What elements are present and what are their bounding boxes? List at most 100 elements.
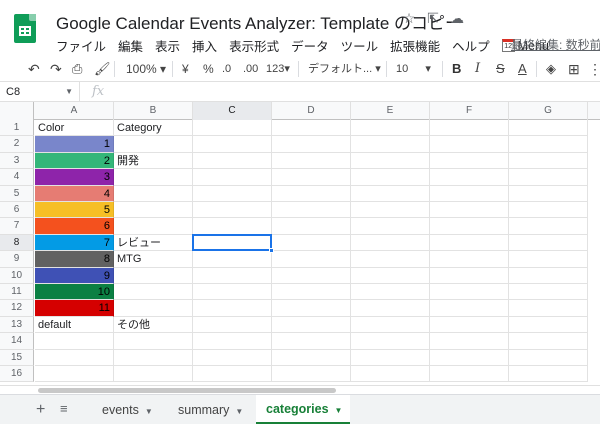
cell-f2[interactable] xyxy=(430,136,509,153)
cell-g13[interactable] xyxy=(509,316,588,334)
italic-button[interactable]: I xyxy=(475,60,480,78)
cell-d2[interactable] xyxy=(272,136,351,153)
cell-b14[interactable] xyxy=(114,333,193,350)
cell-d4[interactable] xyxy=(272,169,351,186)
cell-g3[interactable] xyxy=(509,152,588,170)
row-header-5[interactable]: 5 xyxy=(0,185,34,202)
cell-f5[interactable] xyxy=(430,185,509,202)
menu-data[interactable]: データ xyxy=(291,36,329,55)
cell-g4[interactable] xyxy=(509,169,588,186)
column-header-f[interactable]: F xyxy=(430,102,509,120)
cell-e4[interactable] xyxy=(351,169,430,186)
fill-color-icon[interactable]: ◈ xyxy=(546,60,556,78)
cell-a12[interactable]: 11 xyxy=(35,300,114,317)
cell-c15[interactable] xyxy=(193,349,272,366)
row-header-8[interactable]: 8 xyxy=(0,234,34,252)
sheet-tab-categories[interactable]: categories ▼ xyxy=(256,395,350,424)
row-header-7[interactable]: 7 xyxy=(0,218,34,235)
cell-b5[interactable] xyxy=(114,185,193,202)
cell-e6[interactable] xyxy=(351,202,430,219)
formula-input[interactable] xyxy=(112,82,600,102)
row-header-16[interactable]: 16 xyxy=(0,366,34,383)
cell-c13[interactable] xyxy=(193,316,272,334)
currency-button[interactable]: ¥ xyxy=(182,60,189,78)
row-header-9[interactable]: 9 xyxy=(0,251,34,268)
cell-f9[interactable] xyxy=(430,251,509,268)
cell-f1[interactable] xyxy=(430,120,509,137)
cell-e1[interactable] xyxy=(351,120,430,137)
cell-f6[interactable] xyxy=(430,202,509,219)
sheet-tab-events[interactable]: events ▼ xyxy=(92,395,166,424)
cell-a14[interactable] xyxy=(35,333,114,350)
cell-b10[interactable] xyxy=(114,267,193,284)
cell-g2[interactable] xyxy=(509,136,588,153)
cell-e11[interactable] xyxy=(351,284,430,301)
cell-f13[interactable] xyxy=(430,316,509,334)
row-header-13[interactable]: 13 xyxy=(0,316,34,334)
borders-icon[interactable]: ⊞ xyxy=(568,60,580,78)
cell-d1[interactable] xyxy=(272,120,351,137)
cell-c6[interactable] xyxy=(193,202,272,219)
cell-a6[interactable]: 5 xyxy=(35,202,114,219)
chevron-down-icon[interactable]: ▼ xyxy=(145,407,153,416)
cell-d14[interactable] xyxy=(272,333,351,350)
cell-g12[interactable] xyxy=(509,300,588,317)
add-sheet-icon[interactable]: + xyxy=(36,401,45,419)
cell-c9[interactable] xyxy=(193,251,272,268)
cell-b6[interactable] xyxy=(114,202,193,219)
column-header-g[interactable]: G xyxy=(509,102,588,120)
cell-e3[interactable] xyxy=(351,152,430,170)
sheet-tab-summary[interactable]: summary ▼ xyxy=(168,395,254,424)
cell-d7[interactable] xyxy=(272,218,351,235)
row-header-15[interactable]: 15 xyxy=(0,349,34,366)
more-formats-button[interactable]: 123▾ xyxy=(266,60,290,78)
scrollbar-thumb[interactable] xyxy=(38,388,336,393)
cell-e15[interactable] xyxy=(351,349,430,366)
font-select[interactable]: デフォルト... ▾ xyxy=(308,60,381,78)
cloud-status-icon[interactable]: ☁ xyxy=(450,10,464,27)
cell-e9[interactable] xyxy=(351,251,430,268)
cell-f15[interactable] xyxy=(430,349,509,366)
cell-a7[interactable]: 6 xyxy=(35,218,114,235)
sheets-logo-icon[interactable] xyxy=(14,14,36,43)
cell-b15[interactable] xyxy=(114,349,193,366)
cell-e12[interactable] xyxy=(351,300,430,317)
cell-b7[interactable] xyxy=(114,218,193,235)
zoom-select[interactable]: 100% ▾ xyxy=(126,60,166,78)
cell-d15[interactable] xyxy=(272,349,351,366)
cell-a3[interactable]: 2 xyxy=(35,152,114,170)
move-to-folder-icon[interactable]: ⇱ xyxy=(426,10,440,27)
paint-format-icon[interactable]: 🖌 xyxy=(94,60,111,78)
cell-f16[interactable] xyxy=(430,366,509,383)
cell-b3[interactable]: 開発 xyxy=(114,152,193,170)
cell-d10[interactable] xyxy=(272,267,351,284)
strikethrough-button[interactable]: S xyxy=(496,60,505,78)
cell-d13[interactable] xyxy=(272,316,351,334)
row-header-4[interactable]: 4 xyxy=(0,169,34,186)
cell-c3[interactable] xyxy=(193,152,272,170)
column-header-d[interactable]: D xyxy=(272,102,351,120)
chevron-down-icon[interactable]: ▼ xyxy=(335,406,343,415)
cell-c1[interactable] xyxy=(193,120,272,137)
cell-g1[interactable] xyxy=(509,120,588,137)
cell-b9[interactable]: MTG xyxy=(114,251,193,268)
cell-a9[interactable]: 8 xyxy=(35,251,114,268)
redo-icon[interactable]: ↷ xyxy=(50,60,62,78)
menu-help[interactable]: ヘルプ xyxy=(452,36,490,55)
cell-c5[interactable] xyxy=(193,185,272,202)
increase-decimal-button[interactable]: .00 xyxy=(243,60,258,78)
last-edit-link[interactable]: 最終編集: 数秒前 xyxy=(511,36,600,53)
menu-tools[interactable]: ツール xyxy=(341,36,379,55)
cell-f10[interactable] xyxy=(430,267,509,284)
cell-d5[interactable] xyxy=(272,185,351,202)
chevron-down-icon[interactable]: ▼ xyxy=(235,407,243,416)
column-header-a[interactable]: A xyxy=(35,102,114,120)
cell-g8[interactable] xyxy=(509,234,588,252)
row-header-14[interactable]: 14 xyxy=(0,333,34,350)
name-box[interactable]: C8 ▼ xyxy=(0,82,80,102)
cell-g5[interactable] xyxy=(509,185,588,202)
cell-a8[interactable]: 7 xyxy=(35,234,114,252)
cell-a5[interactable]: 4 xyxy=(35,185,114,202)
cell-b11[interactable] xyxy=(114,284,193,301)
row-header-10[interactable]: 10 xyxy=(0,267,34,284)
